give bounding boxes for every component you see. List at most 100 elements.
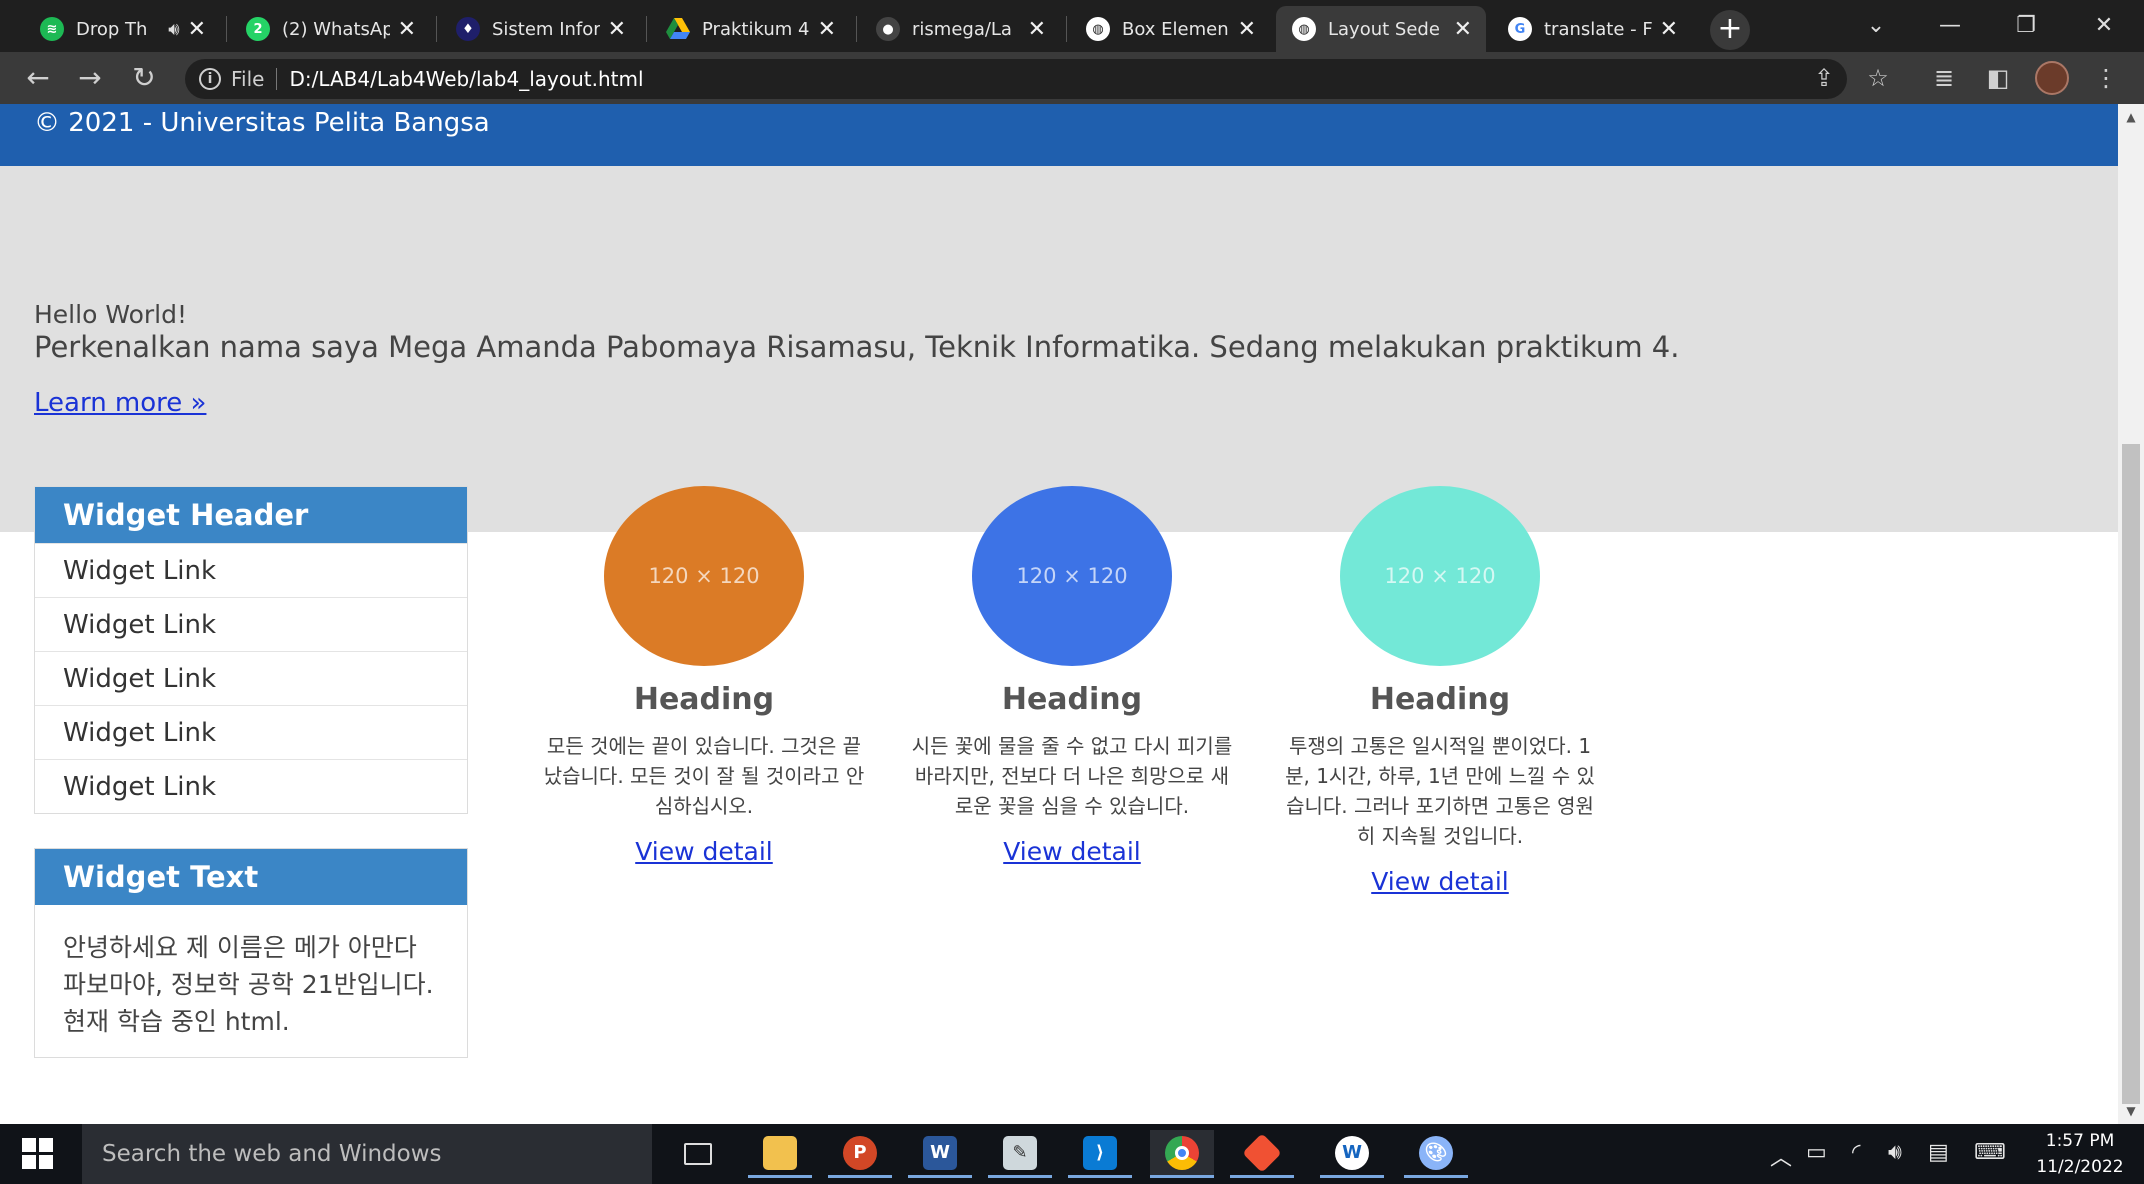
- windows-start-icon[interactable]: [22, 1138, 54, 1170]
- task-view-icon[interactable]: [666, 1130, 730, 1178]
- scrollbar-thumb[interactable]: [2122, 444, 2140, 1104]
- taskbar-clock[interactable]: 1:57 PM 11/2/2022: [2030, 1128, 2130, 1180]
- keyboard-icon[interactable]: ⌨: [1974, 1140, 2006, 1165]
- back-arrow-icon[interactable]: ←: [18, 58, 58, 98]
- page-scrollbar[interactable]: ▲ ▼: [2118, 104, 2144, 1124]
- clock-date: 11/2/2022: [2036, 1157, 2124, 1177]
- tab-title: (2) WhatsAp: [282, 18, 390, 40]
- feature-column: 120 × 120 Heading 시든 꽃에 물을 줄 수 없고 다시 피기를…: [907, 486, 1237, 866]
- browser-tab-strip: ≋ Drop Th 🔊︎ ✕ 2 (2) WhatsAp ✕ ♦ Sistem …: [0, 0, 2144, 52]
- whatsapp-icon: 2: [246, 17, 270, 41]
- page-footer: © 2021 - Universitas Pelita Bangsa: [0, 104, 2118, 166]
- paint-icon[interactable]: 🎨︎: [1404, 1130, 1468, 1178]
- reload-icon[interactable]: ↻: [124, 58, 164, 98]
- profile-avatar[interactable]: [2035, 61, 2069, 95]
- placeholder-image: 120 × 120: [972, 486, 1172, 666]
- media-control-icon[interactable]: ≣: [1928, 62, 1960, 94]
- volume-icon[interactable]: 🔊︎: [1888, 1140, 1902, 1165]
- widget-link[interactable]: Widget Link: [35, 543, 467, 597]
- widget-link[interactable]: Widget Link: [35, 597, 467, 651]
- widget-link[interactable]: Widget Link: [35, 759, 467, 813]
- tab-title: Layout Sede: [1328, 18, 1440, 40]
- close-tab-icon[interactable]: ✕: [1238, 17, 1256, 42]
- widget-header: Widget Header: [35, 487, 467, 543]
- learn-more-link[interactable]: Learn more »: [34, 388, 206, 418]
- hero-intro-text: Perkenalkan nama saya Mega Amanda Paboma…: [34, 330, 1680, 364]
- tab-title: Drop Th: [76, 18, 148, 40]
- notepad-icon[interactable]: ✎: [988, 1130, 1052, 1178]
- forward-arrow-icon[interactable]: →: [70, 58, 110, 98]
- close-tab-icon[interactable]: ✕: [1454, 17, 1472, 42]
- git-icon[interactable]: [1230, 1130, 1294, 1178]
- placeholder-image: 120 × 120: [604, 486, 804, 666]
- address-bar[interactable]: i File D:/LAB4/Lab4Web/lab4_layout.html: [185, 59, 1847, 99]
- new-tab-button[interactable]: +: [1710, 10, 1750, 50]
- tab-praktikum[interactable]: Praktikum 4 ✕: [650, 6, 850, 52]
- close-tab-icon[interactable]: ✕: [818, 17, 836, 42]
- tab-sistem-informasi[interactable]: ♦ Sistem Infor ✕: [440, 6, 640, 52]
- feature-heading: Heading: [1369, 682, 1511, 717]
- scroll-up-icon[interactable]: ▲: [2118, 106, 2144, 128]
- close-tab-icon[interactable]: ✕: [398, 17, 416, 42]
- feature-column: 120 × 120 Heading 투쟁의 고통은 일시적일 뿐이었다. 1분,…: [1275, 486, 1605, 896]
- close-tab-icon[interactable]: ✕: [608, 17, 626, 42]
- clock-time: 1:57 PM: [2045, 1131, 2115, 1151]
- close-window-icon[interactable]: ✕: [2084, 8, 2124, 44]
- chrome-icon[interactable]: [1150, 1130, 1214, 1178]
- view-detail-link[interactable]: View detail: [635, 837, 773, 866]
- placeholder-image: 120 × 120: [1340, 486, 1540, 666]
- taskbar-search-box[interactable]: Search the web and Windows: [82, 1124, 652, 1184]
- tab-github[interactable]: ● rismega/La ✕: [860, 6, 1060, 52]
- close-tab-icon[interactable]: ✕: [1028, 17, 1046, 42]
- share-icon[interactable]: ⇪: [1808, 62, 1840, 94]
- tab-title: Box Elemen: [1122, 18, 1229, 40]
- globe-icon: ◍: [1086, 17, 1110, 41]
- github-icon: ●: [876, 17, 900, 41]
- wifi-icon[interactable]: ◜: [1852, 1140, 1861, 1165]
- close-tab-icon[interactable]: ✕: [1660, 17, 1678, 42]
- view-detail-link[interactable]: View detail: [1371, 867, 1509, 896]
- hero-section: Hello World! Perkenalkan nama saya Mega …: [0, 166, 2118, 532]
- feature-text: 시든 꽃에 물을 줄 수 없고 다시 피기를 바라지만, 전보다 더 나은 희망…: [911, 734, 1233, 818]
- vscode-icon[interactable]: ⟩: [1068, 1130, 1132, 1178]
- restore-icon[interactable]: ❐: [2006, 8, 2046, 44]
- scroll-down-icon[interactable]: ▼: [2118, 1100, 2144, 1122]
- widget-link[interactable]: Widget Link: [35, 651, 467, 705]
- tab-spotify[interactable]: ≋ Drop Th 🔊︎ ✕: [24, 6, 220, 52]
- notification-icon[interactable]: ▤: [1928, 1140, 1949, 1165]
- bookmark-star-icon[interactable]: ☆: [1862, 62, 1894, 94]
- url-text[interactable]: D:/LAB4/Lab4Web/lab4_layout.html: [289, 67, 643, 91]
- battery-icon[interactable]: ▭: [1806, 1140, 1827, 1165]
- speaker-icon[interactable]: 🔊︎: [168, 19, 179, 40]
- feature-text: 투쟁의 고통은 일시적일 뿐이었다. 1분, 1시간, 하루, 1년 만에 느낄…: [1285, 734, 1595, 848]
- widget-text-body: 안녕하세요 제 이름은 메가 아만다 파보마야, 정보학 공학 21반입니다. …: [63, 933, 434, 1036]
- widget-text: Widget Text 안녕하세요 제 이름은 메가 아만다 파보마야, 정보학…: [34, 848, 468, 1058]
- scheme-label: File: [231, 67, 265, 91]
- widget-links: Widget Header Widget Link Widget Link Wi…: [34, 486, 468, 814]
- feature-column: 120 × 120 Heading 모든 것에는 끝이 있습니다. 그것은 끝났…: [539, 486, 869, 866]
- word-icon[interactable]: W: [908, 1130, 972, 1178]
- show-hidden-icons-chevron-icon[interactable]: ︿: [1770, 1140, 1792, 1172]
- feature-heading: Heading: [1001, 682, 1143, 717]
- tab-title: Sistem Infor: [492, 18, 600, 40]
- tab-translate[interactable]: G translate - F ✕: [1492, 6, 1692, 52]
- tab-title: translate - F: [1544, 18, 1652, 40]
- app-icon[interactable]: W: [1320, 1130, 1384, 1178]
- powerpoint-icon[interactable]: P: [828, 1130, 892, 1178]
- close-tab-icon[interactable]: ✕: [188, 17, 206, 42]
- file-explorer-icon[interactable]: [748, 1130, 812, 1178]
- tab-whatsapp[interactable]: 2 (2) WhatsAp ✕: [230, 6, 430, 52]
- side-panel-icon[interactable]: ◧: [1982, 62, 2014, 94]
- info-icon[interactable]: i: [199, 68, 221, 90]
- browser-toolbar: ← → ↻ i File D:/LAB4/Lab4Web/lab4_layout…: [0, 52, 2144, 104]
- windows-taskbar: Search the web and Windows P W ✎ ⟩ W 🎨︎ …: [0, 1124, 2144, 1184]
- minimize-icon[interactable]: —: [1930, 8, 1970, 44]
- tab-title: rismega/La: [912, 18, 1012, 40]
- tab-layout-active[interactable]: ◍ Layout Sede ✕: [1276, 6, 1486, 52]
- footer-copyright: © 2021 - Universitas Pelita Bangsa: [34, 108, 490, 138]
- tab-search-chevron-icon[interactable]: ⌄: [1856, 8, 1896, 44]
- tab-box-element[interactable]: ◍ Box Elemen ✕: [1070, 6, 1270, 52]
- menu-kebab-icon[interactable]: ⋮: [2090, 62, 2122, 94]
- widget-link[interactable]: Widget Link: [35, 705, 467, 759]
- view-detail-link[interactable]: View detail: [1003, 837, 1141, 866]
